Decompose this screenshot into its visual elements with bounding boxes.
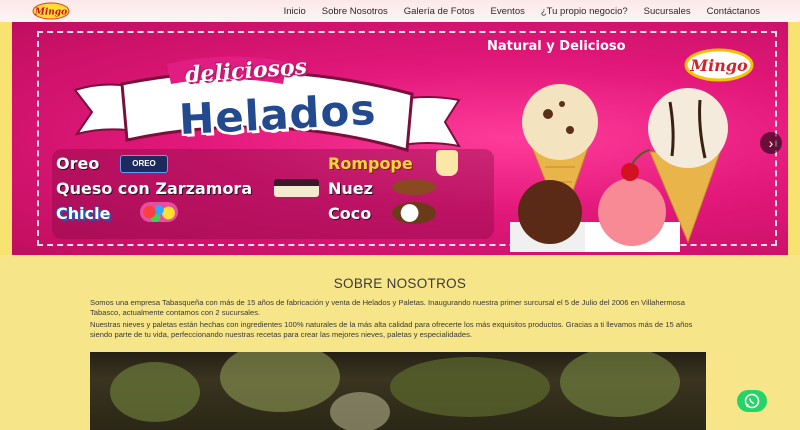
- flavor-chicle: Chicle: [56, 204, 111, 223]
- nav-sobre-nosotros[interactable]: Sobre Nosotros: [314, 6, 396, 17]
- ice-cream-illustration: [510, 84, 728, 252]
- nav-galeria[interactable]: Galería de Fotos: [396, 6, 483, 17]
- top-navbar: Mingo Inicio Sobre Nosotros Galería de F…: [0, 0, 800, 22]
- hero-banner: Natural y Delicioso Mingo deliciosos Hel…: [12, 22, 788, 255]
- hero-tagline: Natural y Delicioso: [487, 39, 626, 54]
- oreo-thumb-text: OREO: [132, 159, 156, 168]
- oreo-thumb: OREO: [120, 155, 168, 173]
- walnut-thumb: [392, 179, 436, 195]
- logo-text: Mingo: [34, 8, 67, 18]
- coconut-thumb: [392, 202, 436, 224]
- flavor-rompope: Rompope: [328, 154, 413, 173]
- about-paragraph-2: Nuestras nieves y paletas están hechas c…: [90, 320, 693, 339]
- flavor-oreo: Oreo: [56, 154, 100, 173]
- whatsapp-icon: [744, 393, 760, 409]
- about-paragraph-1: Somos una empresa Tabasqueña con más de …: [90, 298, 685, 317]
- flavor-queso-zarzamora: Queso con Zarzamora: [56, 179, 253, 198]
- nav-sucursales[interactable]: Sucursales: [636, 6, 699, 17]
- main-menu: Inicio Sobre Nosotros Galería de Fotos E…: [276, 0, 768, 22]
- about-title: SOBRE NOSOTROS: [333, 276, 467, 291]
- brand-logo[interactable]: Mingo: [32, 2, 70, 20]
- hero-word-helados: Helados: [177, 84, 378, 145]
- whatsapp-button[interactable]: [737, 390, 767, 412]
- store-photo: [90, 352, 706, 430]
- flavor-nuez: Nuez: [328, 179, 373, 198]
- chevron-right-icon: ›: [768, 135, 774, 151]
- flavor-coco: Coco: [328, 204, 372, 223]
- nav-eventos[interactable]: Eventos: [483, 6, 533, 17]
- slider-next-button[interactable]: ›: [760, 132, 782, 154]
- nav-tu-negocio[interactable]: ¿Tu propio negocio?: [533, 6, 636, 17]
- helados-ribbon: deliciosos Helados: [67, 50, 467, 162]
- rompope-glass-thumb: [436, 150, 458, 176]
- nav-contactanos[interactable]: Contáctanos: [699, 6, 768, 17]
- cheesecake-thumb: [274, 179, 319, 197]
- gumballs-thumb: [140, 202, 178, 222]
- hero-slider: Natural y Delicioso Mingo deliciosos Hel…: [0, 22, 800, 255]
- nav-inicio[interactable]: Inicio: [276, 6, 314, 17]
